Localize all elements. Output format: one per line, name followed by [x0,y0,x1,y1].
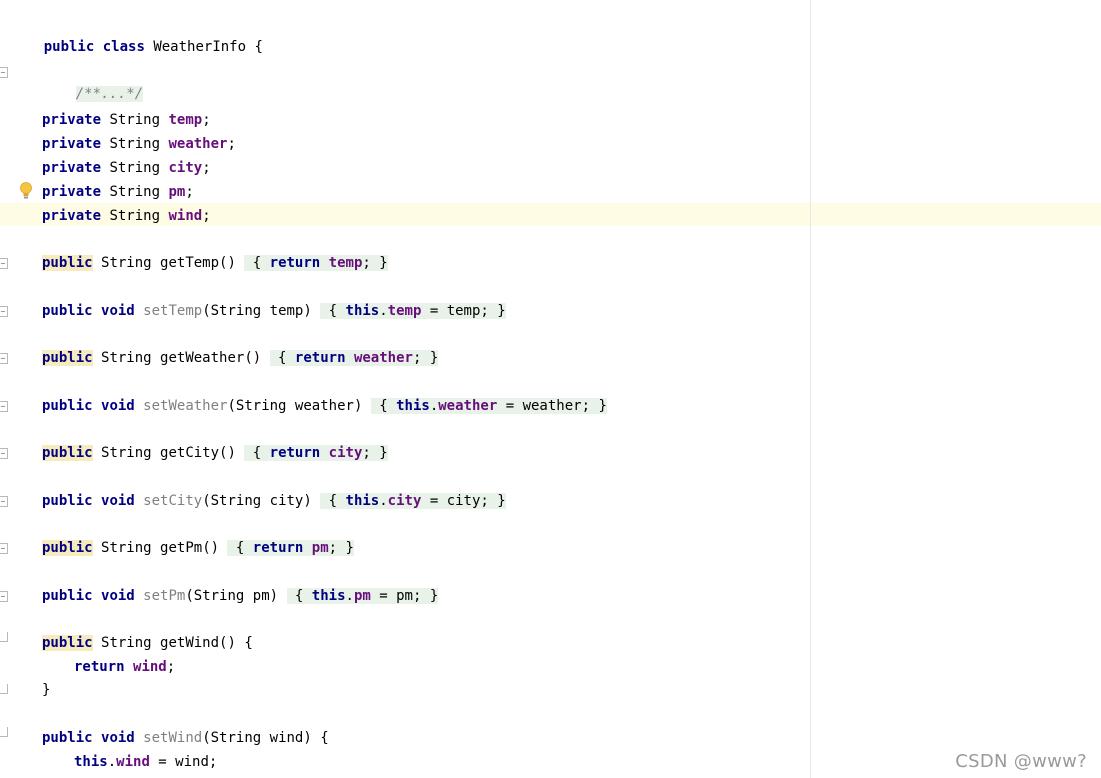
field-wind: private String wind; [42,208,211,224]
method-setWind[interactable]: public void setWind(String wind) { [42,727,329,749]
fold-marker-icon[interactable] [0,448,8,459]
watermark-text: CSDN @www? [955,751,1087,772]
fold-marker-icon[interactable] [0,727,8,737]
fold-marker-icon[interactable] [0,353,8,364]
method-setPm[interactable]: public void setPm(String pm) { this.pm =… [42,585,439,607]
fold-marker-icon[interactable] [0,496,8,507]
field-temp: private String temp; [42,112,211,128]
fold-marker-icon[interactable] [0,543,8,554]
method-setWeather[interactable]: public void setWeather(String weather) {… [42,395,607,417]
fold-marker-icon[interactable] [0,401,8,412]
method-getCity[interactable]: public String getCity() { return city; } [42,442,388,464]
fold-marker-icon[interactable] [0,306,8,317]
code-editor[interactable]: public class WeatherInfo { /**...*/ priv… [0,0,1101,778]
method-getPm[interactable]: public String getPm() { return pm; } [42,537,354,559]
return-statement: return wind; [74,659,176,675]
method-setCity[interactable]: public void setCity(String city) { this.… [42,490,506,512]
method-setTemp[interactable]: public void setTemp(String temp) { this.… [42,300,506,322]
field-city: private String city; [42,160,211,176]
assignment-statement: this.wind = wind; [74,754,218,770]
folded-doc-comment[interactable]: /**...*/ [42,61,144,102]
fold-marker-icon[interactable] [0,591,8,602]
method-getTemp[interactable]: public String getTemp() { return temp; } [42,252,388,274]
field-weather: private String weather; [42,136,236,152]
fold-marker-icon[interactable] [0,258,8,269]
field-pm: private String pm; [42,184,194,200]
method-getWind[interactable]: public String getWind() { [42,632,253,654]
fold-marker-icon[interactable] [0,632,8,642]
closing-brace: } [42,682,51,698]
method-getWeather[interactable]: public String getWeather() { return weat… [42,347,439,369]
fold-marker-icon[interactable] [0,67,8,78]
class-declaration: public class WeatherInfo { [43,39,263,55]
fold-marker-icon[interactable] [0,684,8,694]
